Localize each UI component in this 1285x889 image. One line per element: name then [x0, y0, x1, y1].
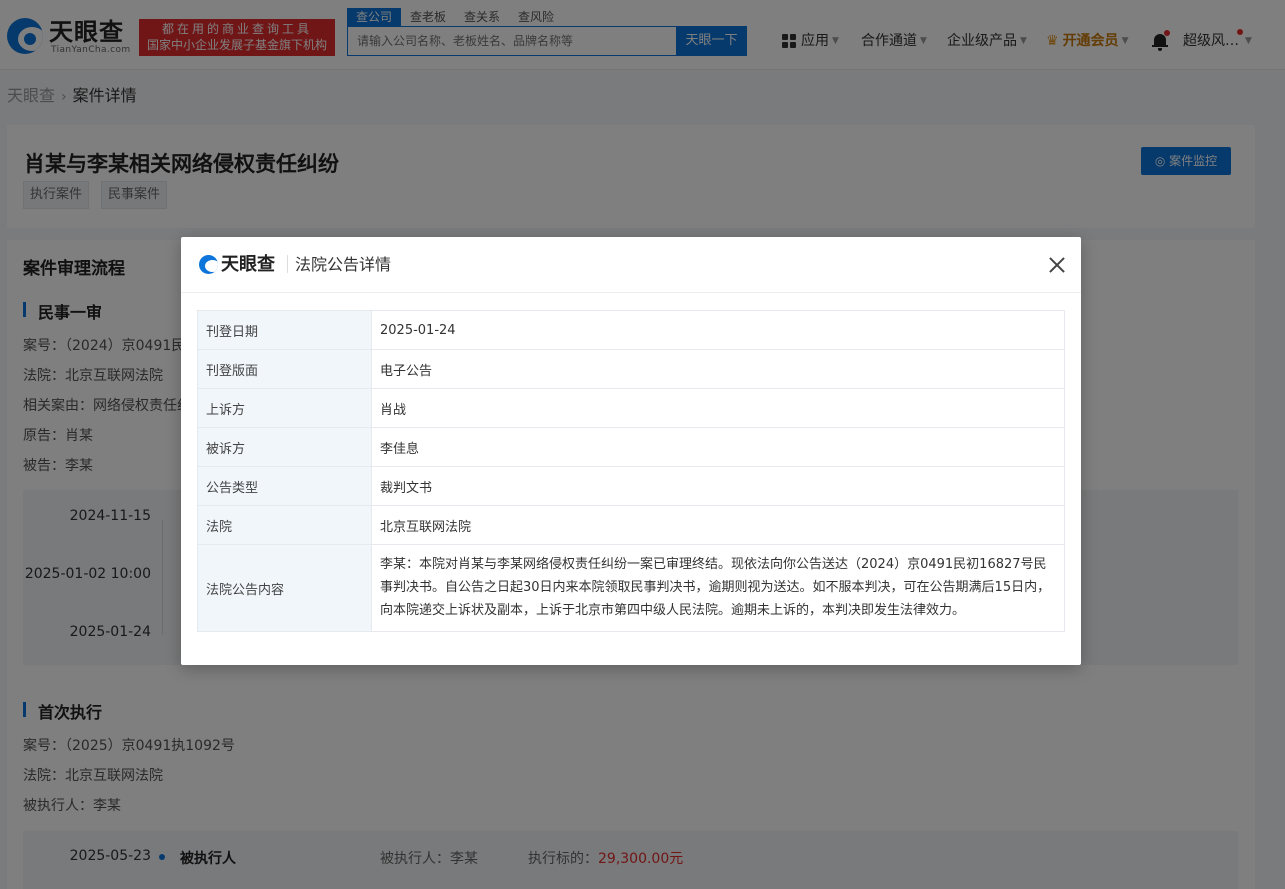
- field-value: 电子公告: [371, 349, 1065, 389]
- field-value: 裁判文书: [371, 466, 1065, 506]
- notice-detail-table: 刊登日期 2025-01-24 刊登版面 电子公告 上诉方 肖战 被诉方 李佳息…: [197, 310, 1065, 632]
- field-value: 北京互联网法院: [371, 505, 1065, 545]
- court-notice-modal: 天眼查 法院公告详情 刊登日期 2025-01-24 刊登版面 电子公告 上诉方…: [181, 237, 1081, 665]
- field-label: 法院: [197, 505, 372, 545]
- field-label: 上诉方: [197, 388, 372, 428]
- table-row: 刊登版面 电子公告: [197, 349, 1065, 389]
- modal-logo-name: 天眼查: [221, 254, 275, 275]
- field-value: 李佳息: [371, 427, 1065, 467]
- field-label: 被诉方: [197, 427, 372, 467]
- field-label: 刊登日期: [197, 310, 372, 350]
- field-label: 法院公告内容: [197, 544, 372, 632]
- table-row: 法院 北京互联网法院: [197, 505, 1065, 545]
- modal-title: 法院公告详情: [295, 255, 392, 274]
- field-label: 刊登版面: [197, 349, 372, 389]
- table-row: 刊登日期 2025-01-24: [197, 310, 1065, 350]
- table-row: 被诉方 李佳息: [197, 427, 1065, 467]
- close-icon[interactable]: [1045, 253, 1069, 277]
- field-value: 肖战: [371, 388, 1065, 428]
- notice-content: 李某：本院对肖某与李某网络侵权责任纠纷一案已审理终结。现依法向你公告送达（202…: [371, 544, 1065, 632]
- table-row: 上诉方 肖战: [197, 388, 1065, 428]
- header-divider: [287, 255, 288, 273]
- modal-header: 天眼查 法院公告详情: [181, 237, 1081, 293]
- field-label: 公告类型: [197, 466, 372, 506]
- field-value: 2025-01-24: [371, 310, 1065, 350]
- table-row: 法院公告内容 李某：本院对肖某与李某网络侵权责任纠纷一案已审理终结。现依法向你公…: [197, 544, 1065, 632]
- logo-eye-icon: [199, 255, 218, 274]
- table-row: 公告类型 裁判文书: [197, 466, 1065, 506]
